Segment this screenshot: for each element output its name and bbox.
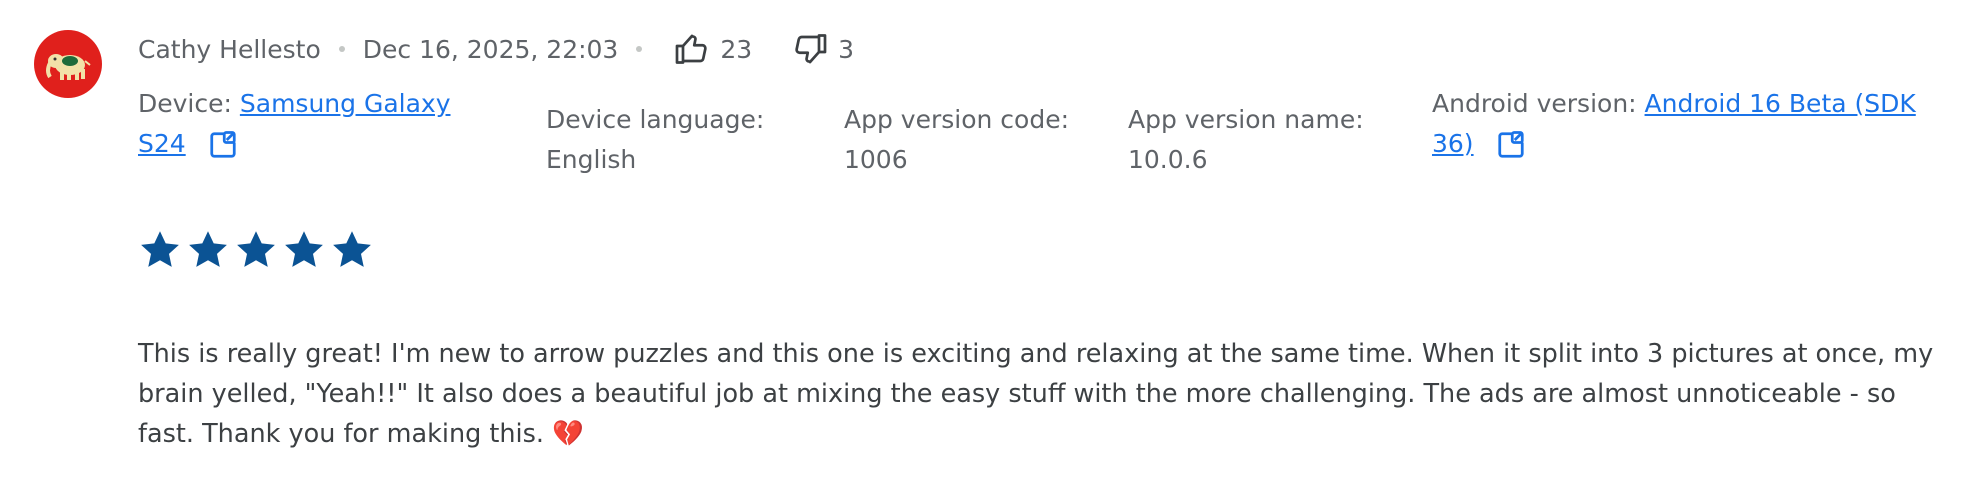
app-version-code-info: App version code: 1006 (844, 100, 1069, 180)
review-date: Dec 16, 2025, 22:03 (362, 34, 619, 64)
android-version-link-continued[interactable]: 36) (1432, 129, 1474, 158)
star-icon (141, 231, 179, 267)
open-in-new-icon[interactable] (208, 130, 238, 160)
thumbs-down-icon (795, 34, 827, 64)
android-version-info: Android version: Android 16 Beta (SDK 36… (1432, 84, 1916, 164)
open-in-new-icon[interactable] (1496, 130, 1526, 160)
star-icon (237, 231, 275, 267)
app-version-code-value: 1006 (844, 145, 908, 174)
thumbs-up-button[interactable]: 23 (674, 31, 752, 67)
device-language-info: Device language: English (546, 100, 764, 180)
device-link[interactable]: Samsung Galaxy (240, 89, 451, 118)
thumbs-up-count: 23 (720, 34, 753, 64)
star-icon (285, 231, 323, 267)
app-version-name-info: App version name: 10.0.6 (1128, 100, 1364, 180)
review-header: Cathy Hellesto Dec 16, 2025, 22:03 23 3 (138, 28, 854, 70)
review-text: This is really great! I'm new to arrow p… (138, 339, 1934, 449)
android-version-link[interactable]: Android 16 Beta (SDK (1645, 89, 1916, 118)
thumbs-down-count: 3 (838, 34, 855, 64)
star-rating (138, 228, 374, 272)
device-info: Device: Samsung Galaxy S24 (138, 84, 451, 164)
star-icon (189, 231, 227, 267)
author-name: Cathy Hellesto (138, 34, 321, 64)
app-version-name-label: App version name: (1128, 105, 1364, 134)
thumbs-up-icon (675, 34, 708, 64)
device-label: Device: (138, 89, 232, 118)
elephant-avatar-icon (46, 54, 91, 80)
android-version-label: Android version: (1432, 89, 1637, 118)
avatar (34, 30, 102, 98)
device-language-value: English (546, 145, 637, 174)
separator-dot (338, 46, 345, 52)
app-version-code-label: App version code: (844, 105, 1070, 134)
star-icon (333, 231, 371, 267)
app-version-name-value: 10.0.6 (1128, 145, 1208, 174)
device-language-label: Device language: (546, 105, 765, 134)
separator-dot (636, 46, 643, 52)
thumbs-down-button[interactable]: 3 (792, 31, 854, 67)
device-link-continued[interactable]: S24 (138, 129, 186, 158)
